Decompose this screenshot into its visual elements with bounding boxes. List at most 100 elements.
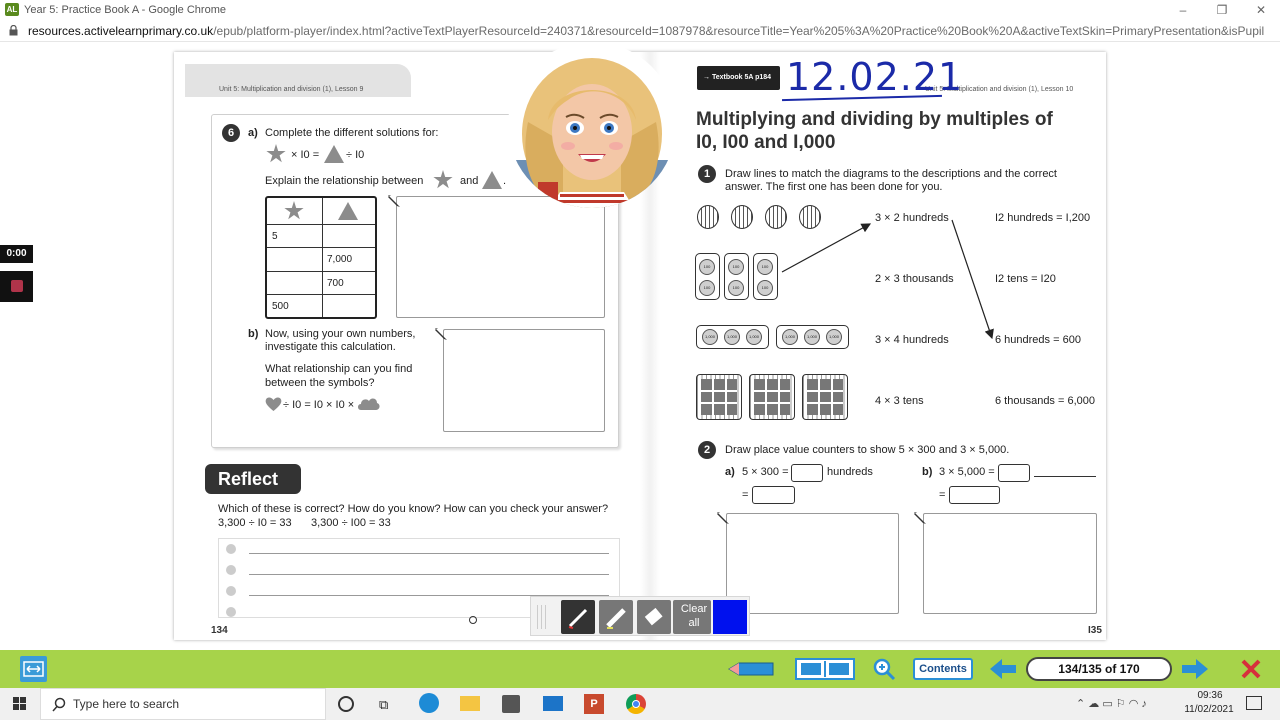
highlighter-tool-button[interactable] [599, 600, 633, 634]
cursor-indicator [469, 616, 477, 624]
line-marker [226, 565, 236, 575]
taskbar-time[interactable]: 09:36 [1180, 690, 1240, 701]
answer-2: I2 tens = I20 [995, 273, 1056, 285]
start-button[interactable] [0, 688, 40, 720]
q2a-drawing-box[interactable] [726, 513, 899, 614]
pen-tool-toggle-button[interactable] [727, 656, 777, 682]
minimize-button[interactable]: – [1163, 2, 1203, 18]
table-cell[interactable]: 5 [272, 231, 278, 242]
q6b-answer-box[interactable] [443, 329, 605, 432]
pencil-icon[interactable] [716, 511, 730, 525]
reflect-question: Which of these is correct? How do you kn… [218, 503, 609, 515]
q2-instruction: Draw place value counters to show 5 × 30… [725, 444, 1010, 456]
thousand-counter: 1,000 [724, 329, 740, 345]
line-marker [226, 607, 236, 617]
pen-icon [568, 608, 588, 629]
q6a-eq-part1: × I0 = [291, 149, 320, 161]
fit-width-button[interactable] [20, 656, 47, 682]
matching-lines [781, 219, 994, 340]
q1-instruction-1: Draw lines to match the diagrams to the … [725, 168, 1057, 180]
player-bottom-bar: Contents 134/135 of 170 [0, 650, 1280, 688]
taskbar-date[interactable]: 11/02/2021 [1176, 704, 1242, 715]
q2b-answer-line[interactable] [1034, 476, 1096, 477]
clear-label-line-1: Clear [680, 603, 708, 615]
counter-group: 100 100 [695, 253, 720, 300]
hundred-counter: 100 [728, 280, 744, 296]
page-layout-button[interactable] [794, 656, 856, 682]
left-header-text: Unit 5: Multiplication and division (1),… [219, 86, 364, 93]
chrome-icon[interactable] [626, 694, 646, 714]
line-marker [226, 586, 236, 596]
q6a-answer-box[interactable] [396, 196, 605, 318]
question-6-badge: 6 [222, 124, 240, 142]
system-tray-icons[interactable]: ⌃ ☁ ▭ ⚐ ◠ ♪ [1076, 697, 1186, 710]
q2b-drawing-box[interactable] [923, 513, 1097, 614]
q6a-period: . [503, 175, 507, 187]
left-page-number: 134 [211, 625, 228, 636]
powerpoint-icon[interactable]: P [584, 694, 604, 714]
line-marker [226, 544, 236, 554]
page-indicator[interactable]: 134/135 of 170 [1026, 657, 1172, 681]
task-view-icon[interactable]: ⧉ [379, 697, 388, 713]
hundred-grid [696, 374, 742, 420]
pencil-icon[interactable] [387, 194, 401, 208]
search-placeholder: Type here to search [73, 697, 180, 711]
zoom-button[interactable] [871, 656, 897, 682]
answer-line [249, 553, 609, 554]
q2b-box[interactable] [998, 464, 1030, 482]
tens-rod [731, 205, 753, 229]
q2b-result-box[interactable] [949, 486, 1000, 504]
stop-recording-button[interactable] [0, 271, 33, 302]
drag-handle[interactable] [537, 605, 549, 629]
cortana-icon[interactable] [338, 696, 354, 712]
triangle-icon [338, 202, 358, 220]
table-cell[interactable]: 7,000 [327, 254, 352, 265]
store-icon[interactable] [502, 695, 520, 713]
file-explorer-icon[interactable] [460, 696, 480, 711]
eraser-icon [644, 607, 663, 626]
two-page-view-icon [795, 658, 855, 680]
url-text[interactable]: resources.activelearnprimary.co.uk/epub/… [28, 24, 1264, 38]
pencil-icon[interactable] [913, 511, 927, 525]
address-bar[interactable]: resources.activelearnprimary.co.uk/epub/… [0, 20, 1280, 42]
table-cell[interactable]: 700 [327, 278, 344, 289]
eraser-tool-button[interactable] [637, 600, 671, 634]
q2a-result-box[interactable] [752, 486, 795, 504]
q6a-explain: Explain the relationship between [265, 175, 424, 187]
previous-page-button[interactable] [988, 656, 1018, 682]
answer-4: 6 thousands = 6,000 [995, 395, 1095, 407]
edge-icon[interactable] [419, 693, 439, 713]
pencil-icon [728, 662, 774, 676]
pen-tool-button[interactable] [561, 600, 595, 634]
taskbar-search[interactable]: Type here to search [40, 688, 326, 720]
q6a-label: a) [248, 127, 258, 139]
answer-line [249, 574, 609, 575]
maximize-button[interactable]: ❐ [1202, 2, 1242, 18]
close-window-button[interactable]: ✕ [1241, 2, 1280, 18]
heart-icon [265, 397, 282, 411]
hundred-grid [802, 374, 848, 420]
notifications-icon[interactable] [1246, 696, 1262, 710]
textbook-reference-tag[interactable]: → Textbook 5A p184 [697, 66, 780, 90]
q6b-text-2: investigate this calculation. [265, 341, 396, 353]
lesson-title-line-1: Multiplying and dividing by multiples of [696, 109, 1053, 130]
next-page-button[interactable] [1180, 656, 1210, 682]
app-icon: AL [5, 3, 19, 16]
counter-group: 100 100 [724, 253, 749, 300]
answer-3: 6 hundreds = 600 [995, 334, 1081, 346]
q2a-equation: 5 × 300 = [742, 466, 789, 478]
contents-button[interactable]: Contents [913, 658, 973, 680]
q6b-relationship-2: between the symbols? [265, 377, 375, 389]
table-cell[interactable]: 500 [272, 301, 289, 312]
right-page-number: I35 [1088, 625, 1102, 636]
q2a-hundreds-box[interactable] [791, 464, 823, 482]
pencil-icon[interactable] [434, 327, 448, 341]
browser-titlebar: AL Year 5: Practice Book A - Google Chro… [0, 0, 1280, 20]
mail-icon[interactable] [543, 696, 563, 711]
lesson-title-line-2: I0, I00 and I,000 [696, 132, 836, 153]
close-book-button[interactable] [1239, 656, 1263, 682]
q6b-text-1: Now, using your own numbers, [265, 328, 416, 340]
table-divider [322, 198, 323, 317]
question-2-badge: 2 [698, 441, 716, 459]
pen-color-button[interactable] [713, 600, 747, 634]
